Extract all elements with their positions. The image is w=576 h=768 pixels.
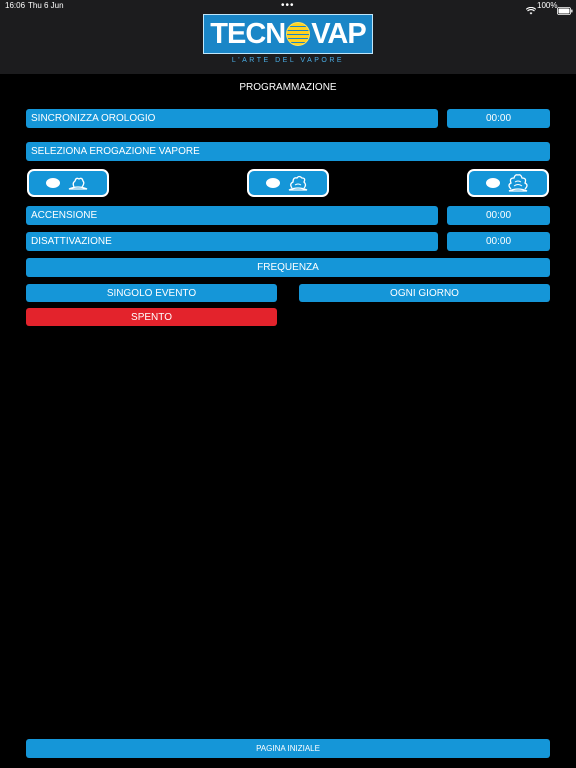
frequency-header: FREQUENZA [26, 258, 550, 277]
power-on-time: 00:00 [485, 210, 512, 221]
page-title: PROGRAMMAZIONE [239, 82, 337, 93]
selector-dot-icon [486, 178, 500, 188]
every-day-label: OGNI GIORNO [390, 287, 459, 299]
power-off-time: 00:00 [485, 236, 512, 247]
off-state-button[interactable]: SPENTO [26, 308, 277, 326]
single-event-button[interactable]: SINGOLO EVENTO [26, 284, 277, 302]
logo-text-left: TECN [210, 17, 286, 50]
off-state-label: SPENTO [131, 311, 172, 323]
sync-clock-time-field[interactable]: 00:00 [447, 109, 550, 128]
steam-level-high-button[interactable] [467, 169, 549, 197]
every-day-button[interactable]: OGNI GIORNO [299, 284, 550, 302]
home-page-label: PAGINA INIZIALE [256, 744, 320, 753]
selector-dot-icon [266, 178, 280, 188]
status-time: 16:06 [5, 1, 26, 10]
steam-level-medium-button[interactable] [247, 169, 329, 197]
power-on-label: ACCENSIONE [31, 210, 98, 221]
logo-tagline: L'ARTE DEL VAPORE [231, 57, 345, 64]
steam-low-icon [66, 174, 90, 192]
power-off-time-field[interactable]: 00:00 [447, 232, 550, 251]
steam-select-label: SELEZIONA EROGAZIONE VAPORE [31, 146, 200, 157]
status-date: Thu 6 Jun [28, 1, 64, 10]
battery-percent: 100% [537, 1, 558, 10]
power-on-row: ACCENSIONE [26, 206, 438, 225]
logo-text-right: VAP [311, 17, 366, 50]
battery-icon [557, 2, 573, 20]
sync-clock-label: SINCRONIZZA OROLOGIO [31, 113, 156, 124]
sync-clock-time: 00:00 [485, 113, 512, 124]
steam-select-header: SELEZIONA EROGAZIONE VAPORE [26, 142, 550, 161]
home-page-button[interactable]: PAGINA INIZIALE [26, 739, 550, 758]
selector-dot-icon [46, 178, 60, 188]
single-event-label: SINGOLO EVENTO [106, 287, 197, 299]
sync-clock-button[interactable]: SINCRONIZZA OROLOGIO [26, 109, 438, 128]
steam-medium-icon [286, 174, 310, 192]
frequency-label: FREQUENZA [257, 262, 319, 273]
sun-icon [286, 22, 311, 46]
multitask-dots[interactable]: ••• [281, 0, 295, 11]
steam-high-icon [506, 173, 530, 193]
power-off-label: DISATTIVAZIONE [31, 236, 112, 247]
steam-level-low-button[interactable] [27, 169, 109, 197]
wifi-icon [525, 2, 537, 20]
tecnovap-logo: TECN VAP [203, 14, 373, 54]
power-off-row: DISATTIVAZIONE [26, 232, 438, 251]
power-on-time-field[interactable]: 00:00 [447, 206, 550, 225]
